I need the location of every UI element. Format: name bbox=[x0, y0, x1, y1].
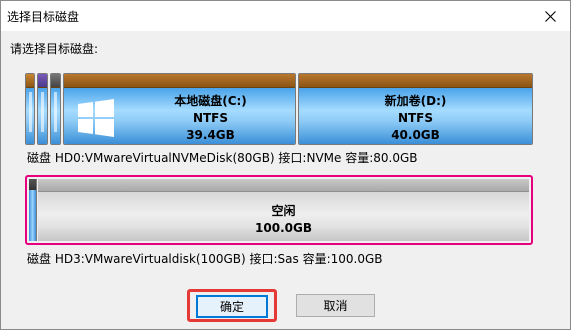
select-target-disk-dialog: 选择目标磁盘 请选择目标磁盘: 本地磁盘(C:) NTFS 39.4GB 新加卷… bbox=[0, 0, 571, 330]
prompt-label: 请选择目标磁盘: bbox=[10, 42, 99, 56]
partition-hidden-3[interactable] bbox=[50, 73, 61, 145]
ok-button[interactable]: 确定 bbox=[196, 295, 268, 318]
partition-c-name: 本地磁盘(C:) bbox=[174, 94, 247, 108]
partition-c-fs: NTFS bbox=[192, 111, 229, 125]
partition-hidden-1[interactable] bbox=[25, 73, 35, 145]
cancel-button[interactable]: 取消 bbox=[296, 294, 375, 317]
title-bar: 选择目标磁盘 bbox=[1, 1, 570, 31]
partition-d-name: 新加卷(D:) bbox=[384, 94, 447, 108]
partition-d[interactable]: 新加卷(D:) NTFS 40.0GB bbox=[298, 73, 533, 145]
dialog-title: 选择目标磁盘 bbox=[7, 10, 80, 24]
partition-hidden-2[interactable] bbox=[37, 73, 48, 145]
disk-hd0-bar[interactable]: 本地磁盘(C:) NTFS 39.4GB 新加卷(D:) NTFS 40.0GB bbox=[25, 73, 533, 145]
disk-hd3-info: 磁盘 HD3:VMwareVirtualdisk(100GB) 接口:Sas 容… bbox=[27, 252, 383, 266]
unallocated-label: 空闲 bbox=[271, 204, 296, 218]
disk-hd0-info: 磁盘 HD0:VMwareVirtualNVMeDisk(80GB) 接口:NV… bbox=[27, 151, 418, 165]
ok-highlight-box: 确定 bbox=[187, 289, 277, 322]
disk-hd3-strip bbox=[29, 179, 37, 241]
partition-c-size: 39.4GB bbox=[186, 128, 235, 142]
partition-d-size: 40.0GB bbox=[391, 128, 440, 142]
partition-d-fs: NTFS bbox=[397, 111, 434, 125]
close-button[interactable] bbox=[530, 1, 570, 31]
partition-unallocated[interactable]: 空闲 100.0GB bbox=[38, 179, 529, 241]
disk-hd3-bar[interactable]: 空闲 100.0GB bbox=[25, 175, 533, 245]
unallocated-size: 100.0GB bbox=[255, 221, 312, 235]
partition-c[interactable]: 本地磁盘(C:) NTFS 39.4GB bbox=[63, 73, 296, 145]
windows-logo-icon bbox=[78, 99, 114, 137]
close-icon bbox=[544, 10, 556, 22]
